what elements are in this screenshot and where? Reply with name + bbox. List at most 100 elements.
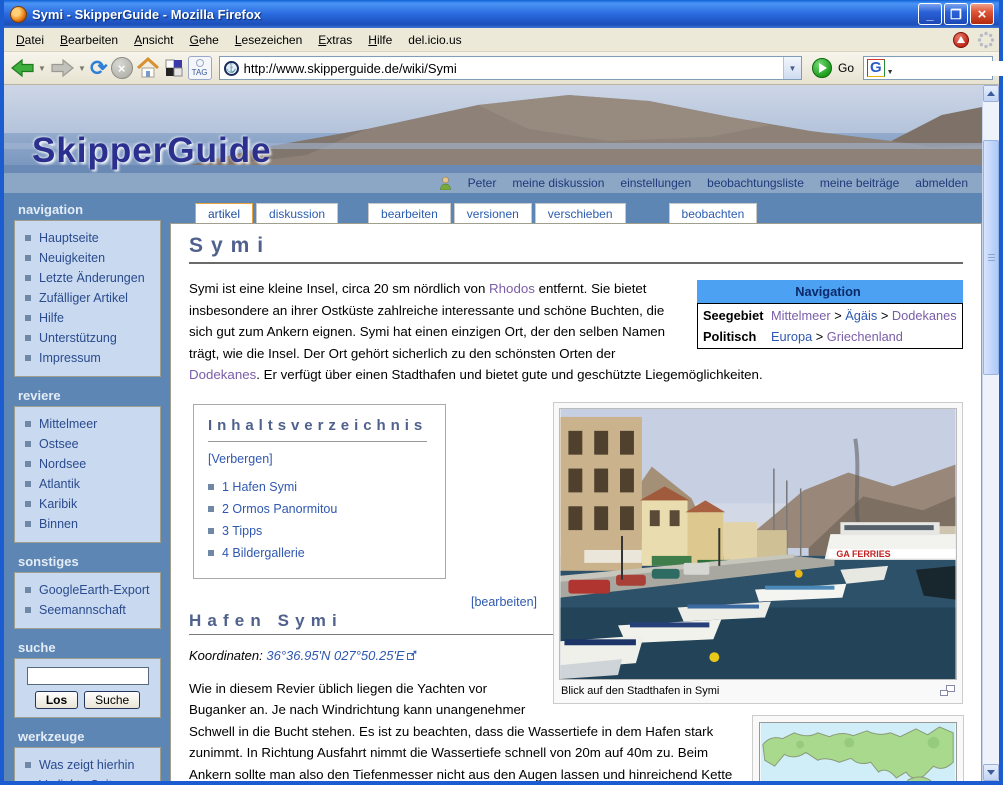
map-thumb[interactable]	[752, 715, 964, 781]
minimize-button[interactable]: _	[918, 3, 942, 25]
infobox-link-europa[interactable]: Europa	[771, 329, 812, 344]
my-talk-link[interactable]: meine diskussion	[512, 176, 604, 190]
enlarge-icon[interactable]	[940, 685, 955, 696]
sidebar-item-letzte-aenderungen[interactable]: Letzte Änderungen	[25, 268, 154, 288]
tile-view-button[interactable]	[163, 54, 185, 82]
titlebar[interactable]: Symi - SkipperGuide - Mozilla Firefox _ …	[4, 0, 999, 28]
toc-item-hafen-symi[interactable]: 1 Hafen Symi	[208, 476, 427, 498]
search-fulltext-button[interactable]: Suche	[84, 691, 140, 709]
menu-delicious[interactable]: del.icio.us	[400, 30, 469, 50]
tab-versionen[interactable]: versionen	[454, 203, 532, 223]
sidebar-link[interactable]: Seemannschaft	[39, 603, 126, 617]
menu-lesezeichen[interactable]: Lesezeichen	[227, 30, 310, 50]
logout-link[interactable]: abmelden	[915, 176, 968, 190]
url-bar[interactable]: ⚓ ▼	[219, 56, 802, 80]
google-search-box[interactable]: G ▼	[863, 56, 993, 80]
sidebar-link[interactable]: Zufälliger Artikel	[39, 291, 128, 305]
forward-button[interactable]	[50, 54, 75, 82]
sidebar-item-mittelmeer[interactable]: Mittelmeer	[25, 414, 154, 434]
sidebar-item-neuigkeiten[interactable]: Neuigkeiten	[25, 248, 154, 268]
sidebar-link[interactable]: Letzte Änderungen	[39, 271, 145, 285]
sidebar-link[interactable]: Neuigkeiten	[39, 251, 105, 265]
sidebar-item-was-zeigt-hierhin[interactable]: Was zeigt hierhin	[25, 755, 154, 775]
harbor-photo-thumb[interactable]: GA FERRIES	[553, 402, 963, 704]
search-input[interactable]	[27, 667, 149, 685]
sidebar-link[interactable]: Nordsee	[39, 457, 86, 471]
tag-button[interactable]: TAG	[188, 56, 212, 80]
coordinates-link[interactable]: 36°36.95'N 027°50.25'E	[266, 648, 404, 663]
preferences-link[interactable]: einstellungen	[620, 176, 691, 190]
sidebar-item-karibik[interactable]: Karibik	[25, 494, 154, 514]
sidebar-link[interactable]: Ostsee	[39, 437, 79, 451]
menu-extras[interactable]: Extras	[310, 30, 360, 50]
sidebar-link[interactable]: Atlantik	[39, 477, 80, 491]
toc-link[interactable]: 3 Tipps	[222, 524, 262, 538]
sidebar-link[interactable]: GoogleEarth-Export	[39, 583, 149, 597]
scrollbar-down-icon[interactable]	[983, 764, 999, 781]
toc-link[interactable]: 2 Ormos Panormitou	[222, 502, 337, 516]
stop-button[interactable]: ×	[111, 57, 133, 79]
sidebar-item-ostsee[interactable]: Ostsee	[25, 434, 154, 454]
go-button[interactable]	[812, 58, 832, 78]
menu-gehe[interactable]: Gehe	[181, 30, 226, 50]
reload-button[interactable]: ⟳	[90, 54, 108, 82]
infobox-link-ägäis[interactable]: Ägäis	[845, 308, 877, 323]
link-rhodos[interactable]: Rhodos	[489, 281, 535, 296]
tab-diskussion[interactable]: diskussion	[256, 203, 338, 223]
sidebar-item-googleearth-export[interactable]: GoogleEarth-Export	[25, 580, 154, 600]
scrollbar-track[interactable]	[983, 102, 999, 764]
sidebar-item-binnen[interactable]: Binnen	[25, 514, 154, 534]
menu-bearbeiten[interactable]: Bearbeiten	[52, 30, 126, 50]
link-dodekanes[interactable]: Dodekanes	[189, 367, 256, 382]
sidebar-item-zufaelliger-artikel[interactable]: Zufälliger Artikel	[25, 288, 154, 308]
sidebar-link[interactable]: Verlinkte Seiten	[39, 778, 126, 781]
sidebar-link[interactable]: Hilfe	[39, 311, 64, 325]
sidebar-item-hilfe[interactable]: Hilfe	[25, 308, 154, 328]
harbor-photo[interactable]: GA FERRIES	[559, 408, 957, 680]
sidebar-link[interactable]: Binnen	[39, 517, 78, 531]
forward-dropdown-icon[interactable]: ▼	[78, 64, 87, 73]
sidebar-item-seemannschaft[interactable]: Seemannschaft	[25, 600, 154, 620]
menu-ansicht[interactable]: Ansicht	[126, 30, 181, 50]
menu-hilfe[interactable]: Hilfe	[360, 30, 400, 50]
sidebar-link[interactable]: Unterstützung	[39, 331, 117, 345]
user-page-link[interactable]: Peter	[468, 176, 497, 190]
sidebar-link[interactable]: Mittelmeer	[39, 417, 97, 431]
toc-link[interactable]: 4 Bildergallerie	[222, 546, 305, 560]
site-logo[interactable]: SkipperGuide	[32, 131, 272, 171]
search-engine-dropdown-icon[interactable]: ▼	[887, 69, 894, 76]
scrollbar-up-icon[interactable]	[983, 85, 999, 102]
tab-verschieben[interactable]: verschieben	[535, 203, 626, 223]
vertical-scrollbar[interactable]	[982, 85, 999, 781]
url-dropdown-icon[interactable]: ▼	[783, 57, 801, 79]
tab-artikel[interactable]: artikel	[195, 203, 253, 223]
toc-item-tipps[interactable]: 3 Tipps	[208, 520, 427, 542]
infobox-link-mittelmeer[interactable]: Mittelmeer	[771, 308, 831, 323]
my-contributions-link[interactable]: meine beiträge	[820, 176, 899, 190]
toc-hide-link[interactable]: [Verbergen]	[208, 452, 427, 466]
sidebar-item-nordsee[interactable]: Nordsee	[25, 454, 154, 474]
sidebar-item-verlinkte-seiten[interactable]: Verlinkte Seiten	[25, 775, 154, 781]
sidebar-item-hauptseite[interactable]: Hauptseite	[25, 228, 154, 248]
map-image[interactable]	[759, 722, 957, 781]
infobox-link-dodekanes[interactable]: Dodekanes	[892, 308, 957, 323]
back-button[interactable]	[10, 54, 35, 82]
sidebar-link[interactable]: Karibik	[39, 497, 77, 511]
close-button[interactable]: ×	[970, 3, 994, 25]
scrollbar-thumb[interactable]	[983, 140, 999, 375]
adblock-icon[interactable]	[953, 32, 969, 48]
maximize-button[interactable]: ❐	[944, 3, 968, 25]
menu-datei[interactable]: Datei	[8, 30, 52, 50]
sidebar-item-atlantik[interactable]: Atlantik	[25, 474, 154, 494]
tab-beobachten[interactable]: beobachten	[669, 203, 758, 223]
toc-item-bildergallerie[interactable]: 4 Bildergallerie	[208, 542, 427, 564]
search-go-button[interactable]: Los	[35, 691, 78, 709]
sidebar-item-unterstuetzung[interactable]: Unterstützung	[25, 328, 154, 348]
sidebar-link[interactable]: Impressum	[39, 351, 101, 365]
toc-link[interactable]: 1 Hafen Symi	[222, 480, 297, 494]
sidebar-link[interactable]: Hauptseite	[39, 231, 99, 245]
url-input[interactable]	[244, 61, 783, 76]
watchlist-link[interactable]: beobachtungsliste	[707, 176, 804, 190]
back-dropdown-icon[interactable]: ▼	[38, 64, 47, 73]
home-button[interactable]	[136, 54, 160, 82]
